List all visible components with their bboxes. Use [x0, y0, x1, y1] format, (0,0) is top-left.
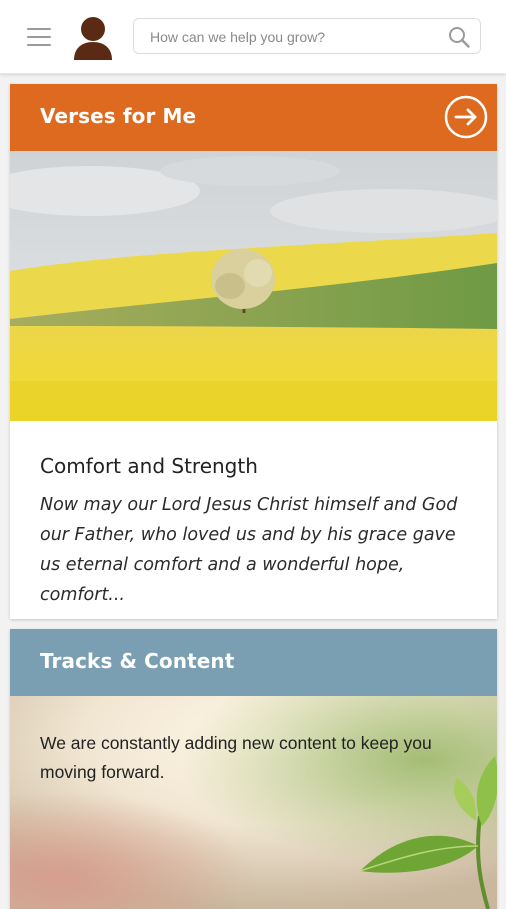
hero-image-field-tree [10, 151, 497, 421]
verses-card[interactable]: Verses for Me Comfort and Strength Now m… [10, 84, 497, 619]
verses-card-title: Verses for Me [40, 104, 197, 128]
menu-button[interactable] [27, 28, 51, 46]
search-input[interactable] [148, 19, 442, 55]
arrow-right-circle-icon[interactable] [444, 95, 488, 139]
hamburger-icon [27, 28, 51, 30]
search-bar[interactable] [133, 18, 481, 55]
tracks-card-title: Tracks & Content [40, 649, 235, 673]
verse-title: Comfort and Strength [40, 454, 258, 478]
top-app-bar [0, 0, 506, 74]
hamburger-icon-line [27, 36, 51, 38]
tracks-background-image [10, 696, 497, 909]
verses-card-header: Verses for Me [10, 84, 497, 151]
tracks-card-header: Tracks & Content [10, 629, 497, 696]
tracks-card[interactable]: Tracks & Content We are constantly addin… [10, 629, 497, 909]
hamburger-icon-line [27, 44, 51, 46]
verse-text: Now may our Lord Jesus Christ himself an… [40, 495, 458, 605]
tracks-description: We are constantly adding new content to … [40, 733, 432, 782]
user-avatar-icon[interactable] [72, 16, 114, 62]
search-icon[interactable] [448, 26, 470, 48]
